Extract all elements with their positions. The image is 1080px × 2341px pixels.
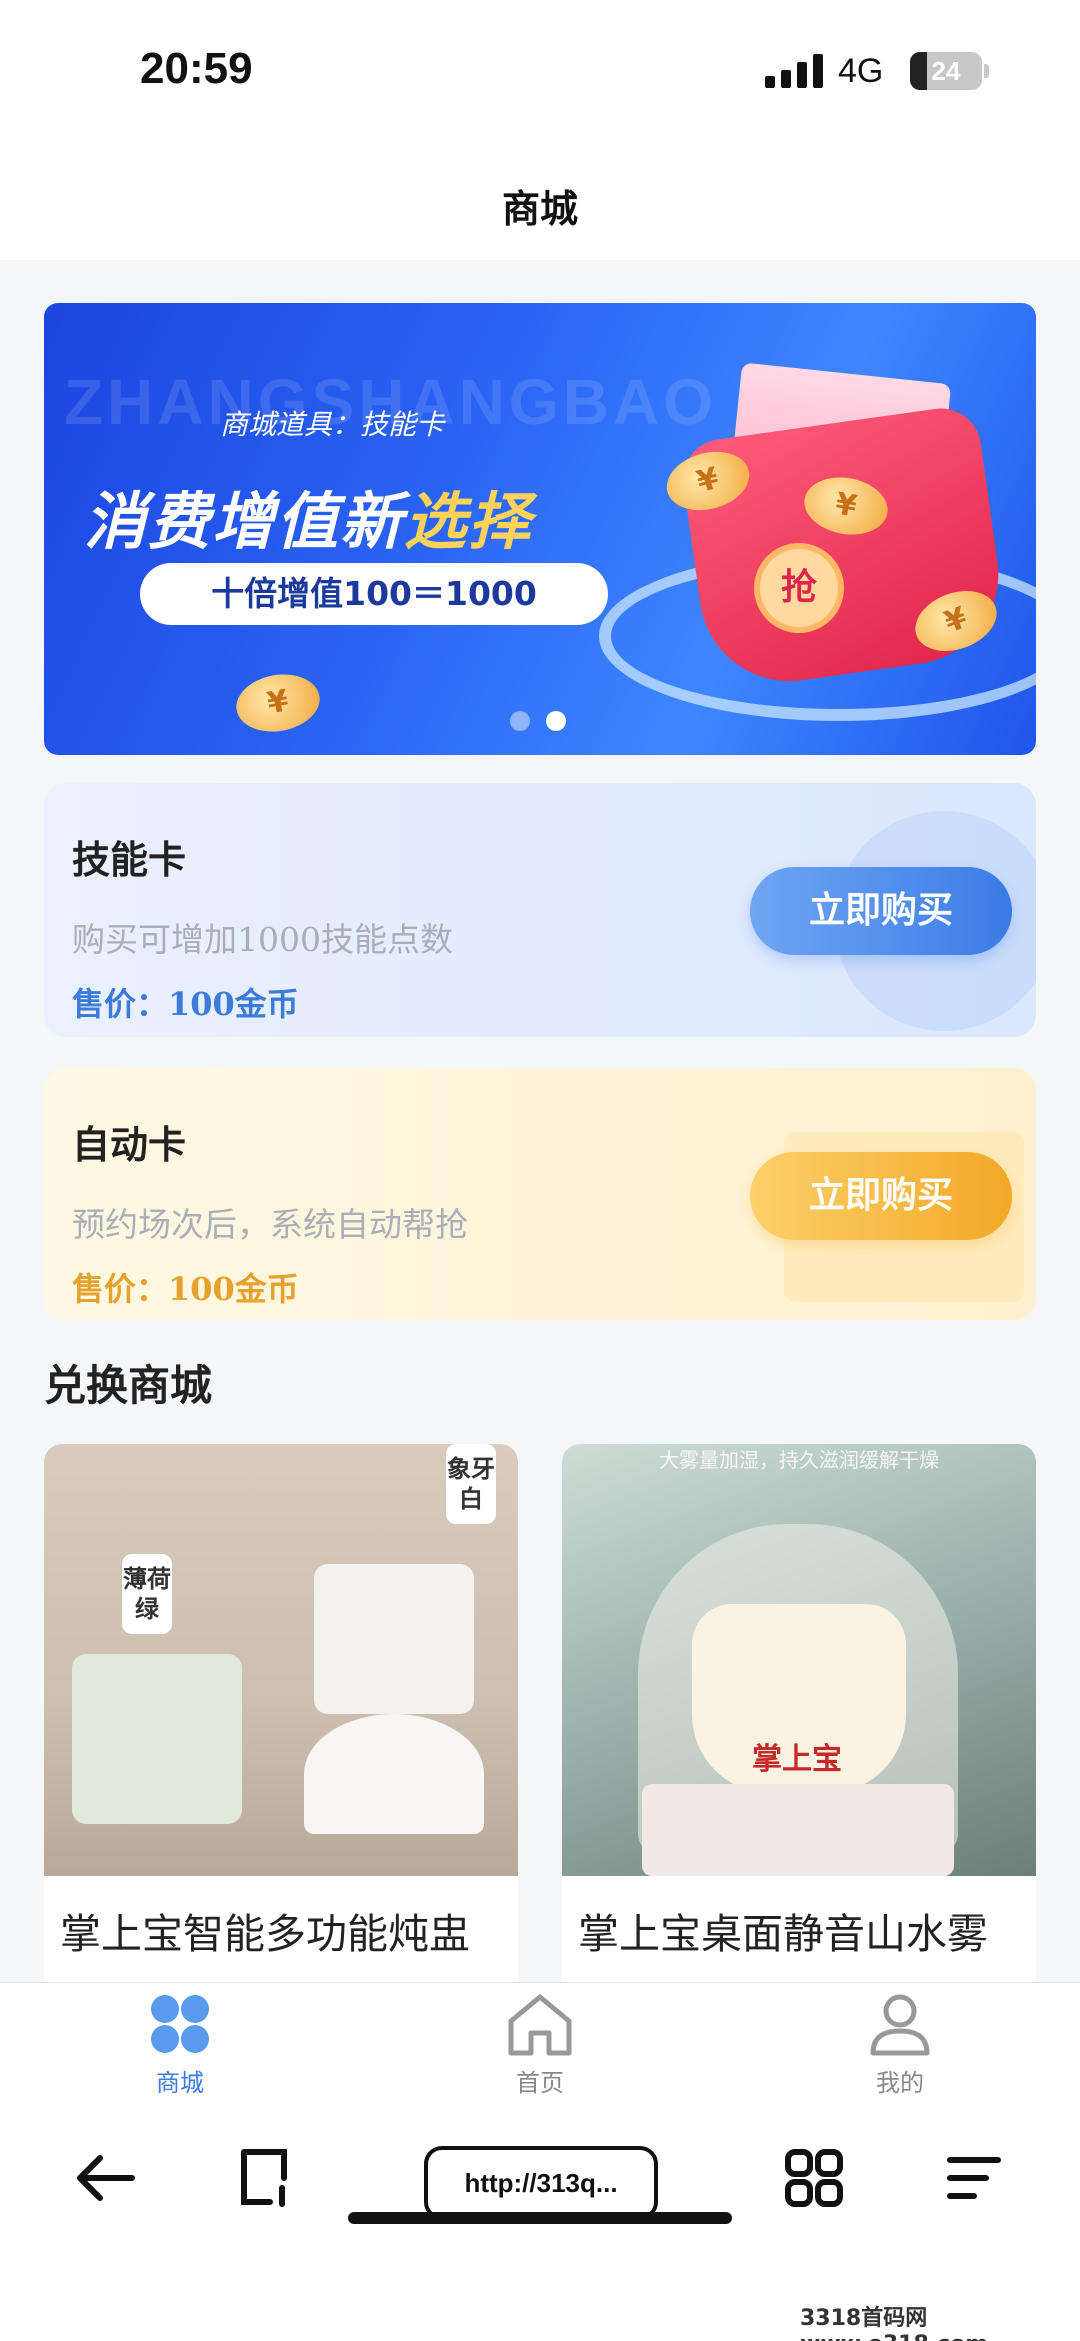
skill-card: 技能卡 购买可增加1000技能点数 售价：100金币 立即购买: [44, 783, 1036, 1037]
tab-bar: 商城 首页 我的: [0, 1982, 1080, 2100]
product-image: 大雾量加湿，持久滋润缓解干燥 掌上宝: [562, 1444, 1036, 1876]
carousel-dot-active[interactable]: [546, 711, 566, 731]
product-image: 薄荷绿 象牙白: [44, 1444, 518, 1876]
brand-label: 掌上宝: [752, 1742, 842, 1777]
tab-label: 商城: [156, 2069, 204, 2097]
apps-grid-icon[interactable]: [774, 2138, 854, 2218]
card-name: 自动卡: [72, 1123, 187, 1167]
card-price: 售价：100金币: [72, 1270, 299, 1308]
tabs-window-icon[interactable]: [226, 2138, 306, 2218]
battery-icon: 24: [910, 52, 989, 90]
page-header: 商城: [0, 150, 1080, 260]
bag-coin-icon: 抢: [754, 543, 844, 633]
coin-icon: ¥: [231, 668, 325, 738]
card-description: 预约场次后，系统自动帮抢: [72, 1205, 468, 1244]
product-name: 掌上宝桌面静音山水雾: [578, 1910, 988, 1958]
cake-stand: [304, 1714, 484, 1834]
stew-pot-white: [314, 1564, 474, 1714]
signal-icon: [765, 54, 823, 88]
status-bar: 20:59 4G 24: [0, 0, 1080, 150]
banner-pill: 十倍增值100＝1000: [140, 563, 608, 625]
page-title: 商城: [501, 187, 578, 231]
tab-label: 我的: [876, 2069, 924, 2097]
promo-banner[interactable]: ZHANGSHANGBAO 抢 ¥ ¥ ¥ ¥ 商城道具：技能卡 消费增值新选择…: [44, 303, 1036, 755]
status-time: 20:59: [140, 44, 253, 93]
banner-subtitle: 商城道具：技能卡: [220, 408, 445, 441]
tab-mall[interactable]: 商城: [100, 1991, 260, 2098]
back-arrow-icon[interactable]: [66, 2138, 146, 2218]
auto-card: 自动卡 预约场次后，系统自动帮抢 售价：100金币 立即购买: [44, 1068, 1036, 1320]
product-card[interactable]: 薄荷绿 象牙白 掌上宝智能多功能炖盅: [44, 1444, 518, 2004]
site-watermark: 3318首码网www.e318.com: [800, 2306, 988, 2341]
url-field[interactable]: http://313q...: [424, 2146, 658, 2220]
user-icon: [865, 1991, 935, 2057]
buy-now-button[interactable]: 立即购买: [750, 1152, 1012, 1240]
banner-headline-main: 消费增值新: [84, 485, 405, 558]
product-image-caption: 大雾量加湿，持久滋润缓解干燥: [659, 1448, 939, 1472]
home-indicator[interactable]: [348, 2212, 732, 2224]
banner-headline: 消费增值新选择: [84, 471, 532, 561]
product-card[interactable]: 大雾量加湿，持久滋润缓解干燥 掌上宝 掌上宝桌面静音山水雾: [562, 1444, 1036, 2004]
home-icon: [505, 1991, 575, 2057]
tab-profile[interactable]: 我的: [820, 1991, 980, 2098]
tab-home[interactable]: 首页: [460, 1991, 620, 2098]
tab-label: 首页: [516, 2069, 564, 2097]
banner-headline-highlight: 选择: [404, 485, 533, 558]
buy-now-button[interactable]: 立即购买: [750, 867, 1012, 955]
menu-icon[interactable]: [934, 2138, 1014, 2218]
battery-level: 24: [931, 56, 961, 86]
carousel-indicator[interactable]: [510, 711, 566, 731]
grid-icon: [145, 1991, 215, 2057]
humidifier-base: [642, 1784, 954, 1876]
product-name: 掌上宝智能多功能炖盅: [60, 1910, 470, 1958]
card-description: 购买可增加1000技能点数: [72, 920, 453, 959]
section-title: 兑换商城: [44, 1361, 213, 1410]
card-price: 售价：100金币: [72, 985, 299, 1023]
stew-pot-green: [72, 1654, 242, 1824]
network-type: 4G: [838, 52, 884, 90]
carousel-dot[interactable]: [510, 711, 530, 731]
card-name: 技能卡: [72, 838, 187, 882]
color-tag: 象牙白: [446, 1444, 496, 1524]
color-tag: 薄荷绿: [122, 1554, 172, 1634]
